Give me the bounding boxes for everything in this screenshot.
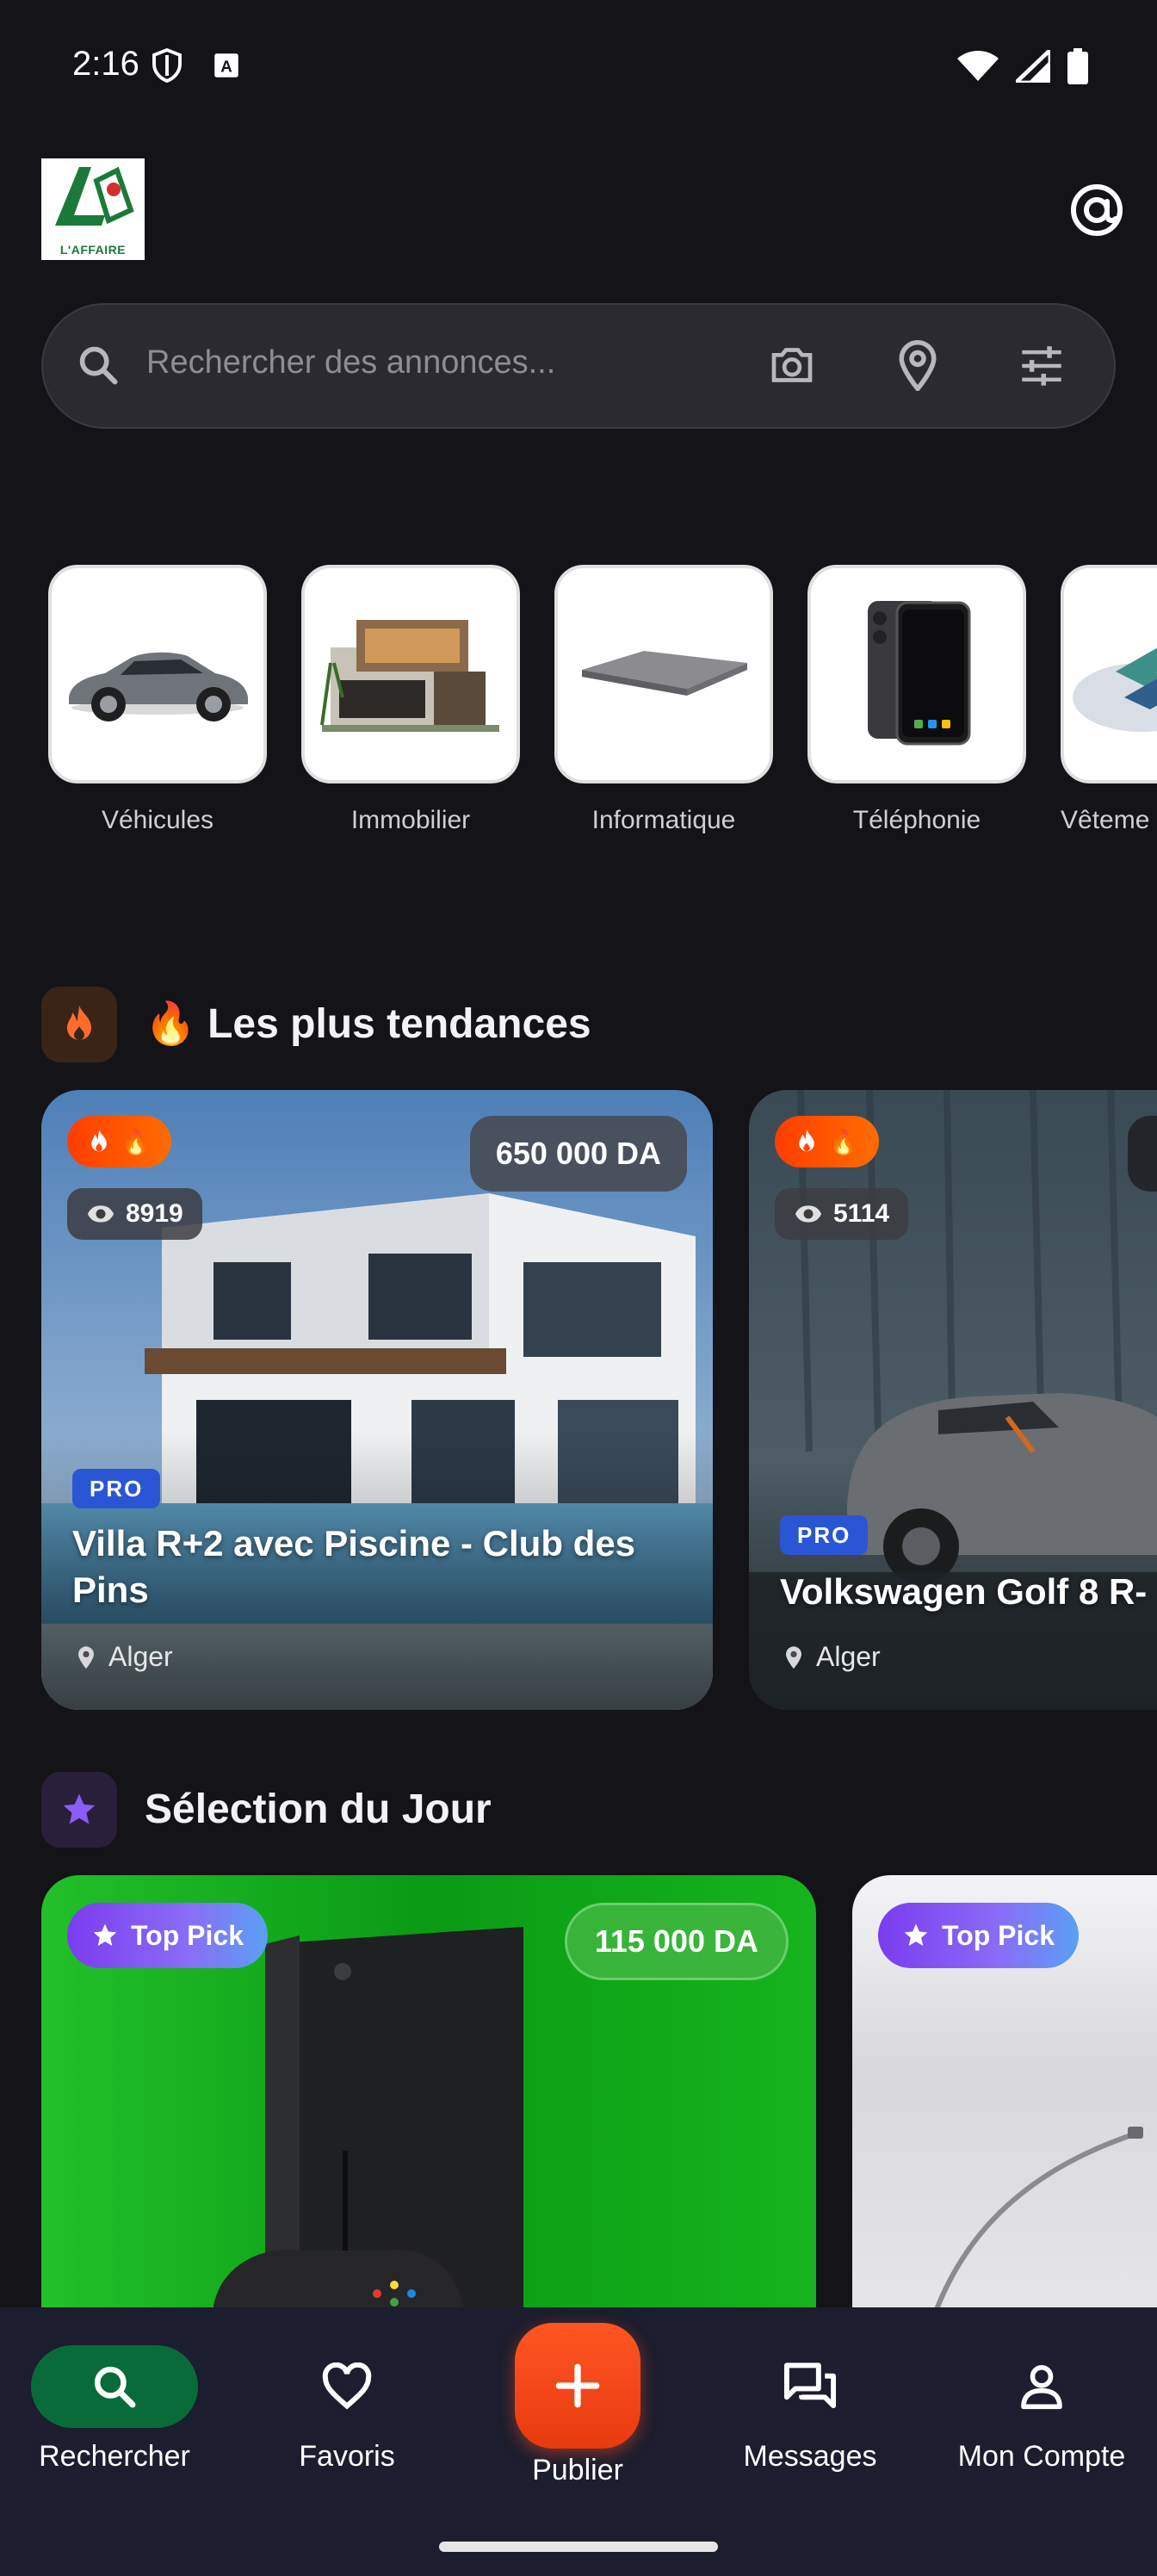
- price-badge: 115 000 DA: [564, 1903, 789, 1980]
- hot-badge: 🔥: [775, 1116, 879, 1167]
- nav-publish[interactable]: Publier: [515, 2323, 640, 2487]
- nav-search[interactable]: Rechercher: [31, 2345, 198, 2474]
- filter-sliders-icon[interactable]: [1018, 344, 1066, 387]
- logo-text: L'AFFAIRE: [59, 243, 127, 257]
- category-real-estate[interactable]: [301, 565, 520, 783]
- listing-title: Volkswagen Golf 8 R-: [780, 1571, 1148, 1612]
- views-count: 8919: [126, 1199, 183, 1228]
- star-icon: [904, 1923, 928, 1946]
- views-count: 5114: [833, 1199, 890, 1228]
- views-badge: 5114: [775, 1188, 909, 1240]
- battery-icon: [1067, 48, 1088, 84]
- fire-icon: [67, 1006, 91, 1040]
- search-input[interactable]: Rechercher des annonces...: [146, 344, 555, 381]
- category-label-computing: Informatique: [591, 806, 736, 834]
- trending-card-villa[interactable]: 🔥 8919 650 000 DA PRO Villa R+2 avec Pis…: [41, 1090, 713, 1710]
- svg-text:A: A: [220, 58, 232, 76]
- hot-badge-emoji: 🔥: [121, 1128, 151, 1155]
- listing-location: Alger: [783, 1641, 881, 1673]
- selection-card-xbox[interactable]: Top Pick 115 000 DA: [41, 1875, 816, 2357]
- eye-icon: [87, 1205, 114, 1223]
- category-label-clothing: Vêteme: [1061, 806, 1150, 834]
- top-pick-label: Top Pick: [131, 1919, 244, 1951]
- status-time: 2:16: [72, 45, 139, 83]
- location-pin-icon[interactable]: [895, 339, 940, 391]
- price-badge: 650 000 DA: [469, 1116, 687, 1192]
- wifi-icon: [957, 51, 999, 81]
- fire-icon: [91, 1130, 107, 1152]
- nav-search-pill[interactable]: [31, 2345, 198, 2428]
- nav-favorites[interactable]: Favoris: [263, 2345, 430, 2474]
- location-text: Alger: [108, 1641, 173, 1672]
- signal-icon: [1016, 50, 1050, 83]
- phone-image-icon: [868, 601, 971, 746]
- pro-badge: PRO: [72, 1469, 161, 1508]
- location-pin-icon: [78, 1645, 94, 1669]
- nav-account-label: Mon Compte: [957, 2440, 1126, 2473]
- category-label-real-estate: Immobilier: [350, 806, 471, 834]
- car-photo: [749, 1090, 1157, 1710]
- trending-section-icon: [41, 987, 117, 1062]
- house-image-icon: [320, 620, 499, 732]
- nav-publish-label: Publier: [532, 2454, 623, 2486]
- chat-icon: [783, 2362, 837, 2409]
- camera-icon[interactable]: [768, 341, 816, 389]
- hot-badge-emoji: 🔥: [828, 1128, 858, 1155]
- eye-icon: [795, 1205, 822, 1223]
- fire-icon: [799, 1130, 814, 1152]
- nav-favorites-label: Favoris: [299, 2440, 395, 2473]
- pro-badge: PRO: [780, 1515, 869, 1555]
- shield-icon: [152, 48, 182, 83]
- status-icons-right: [957, 48, 1088, 84]
- nav-account[interactable]: Mon Compte: [945, 2345, 1138, 2474]
- listing-location: Alger: [76, 1641, 173, 1673]
- selection-section-title: Sélection du Jour: [145, 1786, 492, 1832]
- laptop-image-icon: [582, 651, 747, 696]
- clothing-image-icon: [1073, 647, 1157, 732]
- views-badge: 8919: [67, 1188, 202, 1240]
- trending-card-golf[interactable]: 🔥 5114 PRO Volkswagen Golf 8 R- Alger: [749, 1090, 1157, 1710]
- home-indicator[interactable]: [439, 2542, 718, 2552]
- bottom-navigation: Rechercher Favoris Publier Messages Mon: [0, 2307, 1157, 2576]
- price-badge-partial: [1128, 1116, 1157, 1192]
- search-icon: [79, 346, 118, 385]
- category-phones[interactable]: [807, 565, 1026, 783]
- app-screen: 2:16 A L'AFFAIRE Rechercher des annonces…: [0, 0, 1157, 2576]
- category-vehicles[interactable]: [48, 565, 267, 783]
- location-pin-icon: [786, 1645, 801, 1669]
- car-image-icon: [69, 652, 248, 721]
- logo-mark-icon: [55, 166, 134, 226]
- hot-badge: 🔥: [67, 1116, 171, 1167]
- trending-section-title: 🔥 Les plus tendances: [145, 1001, 591, 1047]
- category-computing[interactable]: [554, 565, 773, 783]
- plus-icon: [555, 2363, 600, 2408]
- selection-card-second[interactable]: Top Pick: [852, 1875, 1157, 2357]
- status-icons-left: A: [152, 48, 239, 83]
- top-pick-badge: Top Pick: [878, 1903, 1079, 1968]
- star-icon: [63, 1793, 96, 1824]
- font-a-icon: A: [214, 53, 238, 77]
- location-text: Alger: [816, 1641, 881, 1672]
- category-label-vehicles: Véhicules: [101, 806, 214, 834]
- selection-section-icon: [41, 1772, 117, 1848]
- app-logo[interactable]: L'AFFAIRE: [41, 158, 145, 260]
- nav-messages-label: Messages: [743, 2440, 877, 2473]
- top-pick-label: Top Pick: [942, 1919, 1055, 1951]
- at-sign-icon[interactable]: [1069, 183, 1124, 238]
- nav-search-label: Rechercher: [39, 2440, 190, 2473]
- person-icon: [1021, 2365, 1062, 2410]
- category-label-phones: Téléphonie: [852, 806, 981, 834]
- publish-button[interactable]: [515, 2323, 640, 2449]
- category-clothing[interactable]: [1061, 565, 1157, 783]
- heart-icon: [322, 2362, 372, 2410]
- top-pick-badge: Top Pick: [67, 1903, 268, 1968]
- nav-messages[interactable]: Messages: [727, 2345, 894, 2474]
- star-icon: [93, 1923, 117, 1946]
- listing-title: Villa R+2 avec Piscine - Club des Pins: [72, 1523, 636, 1610]
- search-icon: [94, 2366, 136, 2408]
